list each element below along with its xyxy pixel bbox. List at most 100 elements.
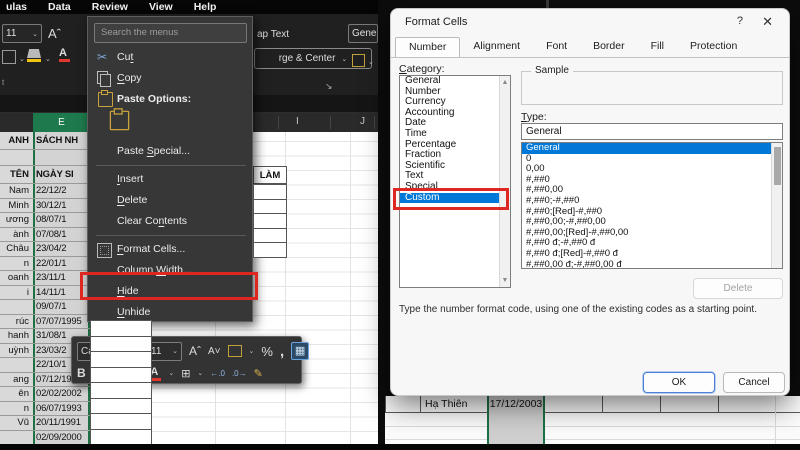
grow-font-icon[interactable]: Aˆ (48, 26, 61, 41)
sheet-row[interactable]: ương 08/07/1 (0, 213, 90, 228)
menu-item-format-cells[interactable]: Format Cells... (88, 239, 254, 260)
tab-protection[interactable]: Protection (677, 37, 750, 58)
bordered-cell[interactable] (253, 227, 287, 243)
category-general[interactable]: General (400, 76, 510, 87)
grow-font-icon[interactable]: Aˆ (189, 344, 201, 358)
close-icon[interactable]: ✕ (762, 14, 773, 30)
bordered-cell[interactable] (90, 382, 152, 399)
type-code[interactable]: 0,00 (522, 164, 782, 175)
chevron-down-icon[interactable]: ⌄ (197, 369, 203, 377)
bordered-cell[interactable] (253, 184, 287, 200)
menu-review[interactable]: Review (92, 1, 128, 13)
cell-styles-icon[interactable]: ▦ (291, 342, 310, 360)
bordered-cell[interactable] (253, 213, 287, 229)
bordered-cell[interactable] (90, 320, 152, 337)
menu-item-clear-contents[interactable]: Clear Contents (88, 211, 254, 232)
menu-item-cut[interactable]: ✂ Cut (88, 47, 254, 68)
decrease-decimal-icon[interactable]: .0→ (232, 369, 247, 378)
worksheet-below-dialog[interactable]: Hạ Thiên 17/12/2003 (385, 396, 800, 444)
bordered-cell[interactable] (90, 413, 152, 430)
type-scrollbar[interactable] (771, 143, 782, 268)
column-header-j[interactable]: J (360, 116, 365, 127)
sheet-row[interactable]: ên 02/02/2002 (0, 387, 90, 402)
tab-border[interactable]: Border (580, 37, 638, 58)
bordered-cell[interactable] (90, 428, 152, 445)
help-icon[interactable]: ? (737, 15, 743, 27)
delete-button[interactable]: Delete (693, 278, 783, 299)
sheet-row[interactable]: 02/09/2000 (0, 431, 90, 445)
shrink-font-icon[interactable]: A˅ (208, 346, 221, 357)
menu-view[interactable]: View (149, 1, 173, 13)
ok-button[interactable]: OK (643, 372, 715, 393)
sheet-row[interactable]: n 22/01/1 (0, 257, 90, 271)
sheet-row[interactable]: 09/07/1 (0, 300, 90, 315)
sheet-row[interactable]: ANH SÁCH NH (0, 132, 90, 150)
menu-item-delete[interactable]: Delete (88, 190, 254, 211)
type-input[interactable]: General (521, 123, 783, 140)
increase-decimal-icon[interactable]: ←.0 (210, 369, 225, 378)
category-scrollbar[interactable]: ▲ ▼ (499, 76, 510, 287)
bordered-cell[interactable] (253, 242, 287, 258)
sheet-row[interactable]: Minh 30/12/1 (0, 199, 90, 213)
type-code[interactable]: General (522, 143, 782, 154)
type-code[interactable]: #,##0,00 đ;-#,##0,00 đ (522, 259, 782, 268)
sheet-row[interactable]: Vũ 20/11/1991 (0, 416, 90, 431)
menu-item-insert[interactable]: Insert (88, 169, 254, 190)
category-time[interactable]: Time (400, 128, 510, 140)
menu-item-paste-options[interactable]: Paste Options: (88, 89, 254, 110)
chevron-down-icon[interactable]: ⌄ (45, 55, 51, 63)
type-code[interactable]: 0 (522, 153, 782, 165)
menu-ulas[interactable]: ulas (6, 1, 27, 13)
borders-icon[interactable] (2, 50, 16, 64)
tab-font[interactable]: Font (533, 37, 580, 58)
menu-item-copy[interactable]: Copy (88, 68, 254, 89)
type-code-list[interactable]: General 0 0,00 #,##0 #,##0,00 #,##0;-#,##0 #,#… (521, 142, 783, 269)
column-header-i[interactable]: I (296, 116, 299, 127)
sheet-row[interactable]: n 06/07/1993 (0, 402, 90, 416)
percent-style-icon[interactable]: % (261, 344, 273, 359)
menu-item-paste[interactable] (88, 108, 254, 141)
fill-color-icon[interactable] (27, 49, 41, 62)
cancel-button[interactable]: Cancel (723, 372, 785, 393)
number-format-combo[interactable]: Gener (348, 24, 378, 43)
chevron-down-icon[interactable]: ⌄ (368, 58, 374, 66)
sheet-row[interactable] (0, 150, 90, 166)
menu-data[interactable]: Data (48, 1, 71, 13)
scrollbar-thumb[interactable] (774, 147, 781, 185)
selected-column[interactable]: 17/12/2003 (487, 396, 545, 444)
sheet-row[interactable]: Nam 22/12/2 (0, 184, 90, 199)
type-code[interactable]: #,##0 đ;[Red]-#,##0 đ (522, 248, 782, 260)
bordered-cell[interactable] (90, 397, 152, 414)
borders-icon[interactable]: ⊞ (181, 367, 190, 380)
sheet-row[interactable]: rúc 07/07/1995 (0, 315, 90, 329)
accounting-format-icon[interactable] (352, 54, 365, 67)
sheet-row[interactable]: TÊN NGÀY SI (0, 166, 90, 184)
category-list[interactable]: General Number Currency Accounting Date Time P… (399, 75, 511, 288)
column-header-e[interactable]: E (33, 113, 90, 132)
type-code[interactable]: #,##0;-#,##0 (522, 195, 782, 207)
font-size-combo[interactable]: 11 ⌄ (2, 24, 42, 43)
lam-header-cell[interactable]: LÀM (253, 166, 287, 184)
tab-number[interactable]: Number (395, 37, 461, 58)
dialog-launcher-icon[interactable]: ↘ (325, 81, 333, 92)
bold-button[interactable]: B (77, 366, 86, 380)
bordered-cell[interactable] (253, 198, 287, 214)
chevron-down-icon[interactable]: ⌄ (249, 347, 255, 355)
menu-search-input[interactable]: Search the menus (94, 23, 247, 43)
name-cell[interactable]: Hạ Thiên (425, 398, 467, 410)
wrap-text-label[interactable]: ap Text (257, 29, 289, 40)
chevron-down-icon[interactable]: ⌄ (19, 55, 25, 63)
menu-item-paste-special[interactable]: Paste Special... (88, 141, 254, 162)
font-size-combo[interactable]: 11 ⌄ (147, 341, 182, 361)
tab-fill[interactable]: Fill (638, 37, 677, 58)
sheet-row[interactable]: Châu 23/04/2 (0, 242, 90, 257)
format-painter-icon[interactable]: ✎ (254, 367, 263, 380)
sheet-row[interactable]: i 14/11/1 (0, 286, 90, 300)
sheet-row[interactable]: oanh 23/11/1 (0, 271, 90, 286)
bordered-cell[interactable] (90, 335, 152, 352)
comma-style-icon[interactable]: , (280, 343, 284, 360)
font-color-icon[interactable]: A (59, 47, 70, 62)
bordered-cell[interactable] (90, 351, 152, 368)
sheet-row[interactable]: ành 07/08/1 (0, 228, 90, 242)
selected-columns[interactable]: ANH SÁCH NH TÊN NGÀY SI Nam 22/12/2 Minh 30/12/… (0, 132, 90, 445)
